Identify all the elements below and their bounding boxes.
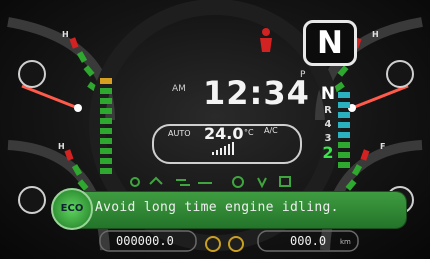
gear-item-drive: 2 <box>322 143 334 162</box>
odometer: 000000.0 <box>116 234 174 248</box>
message-text: Avoid long time engine idling. <box>95 200 339 215</box>
climate-unit: °C <box>244 128 254 137</box>
right-temp-needle <box>351 84 409 110</box>
right-top-gauge-high: H <box>372 30 379 39</box>
left-temp-needle <box>21 84 79 110</box>
seatbelt-warning-icon <box>260 28 272 52</box>
clock-time: 12:34 <box>203 74 310 112</box>
gear-list: N R 4 3 2 <box>318 84 338 162</box>
clock-ampm: AM <box>172 84 186 94</box>
trip-meter: 000.0 <box>290 234 327 248</box>
right-bottom-gauge-full: F <box>380 142 386 151</box>
left-bottom-gauge-high: H <box>58 142 65 151</box>
left-top-gauge-high: H <box>62 30 69 39</box>
trip-unit: km <box>340 238 351 246</box>
battery-icon <box>386 60 414 88</box>
eco-badge-icon: ECO <box>51 188 93 230</box>
gear-position-indicator: N <box>303 20 357 66</box>
climate-mode: AUTO <box>168 129 191 138</box>
climate-temperature: 24.0 <box>204 124 244 143</box>
fuel-pump-icon <box>18 186 46 214</box>
climate-ac-label: A/C <box>264 126 278 135</box>
gear-item: R <box>324 105 332 116</box>
gear-park-label: P <box>300 70 306 80</box>
indicator-icons-row <box>130 176 291 189</box>
engine-oil-icon <box>18 60 46 88</box>
gear-item: 4 <box>324 119 332 130</box>
instrument-cluster: H H H F AM 12:34 N P N R 4 3 2 AUTO 24.0… <box>0 0 430 259</box>
gear-item: N <box>320 84 336 104</box>
